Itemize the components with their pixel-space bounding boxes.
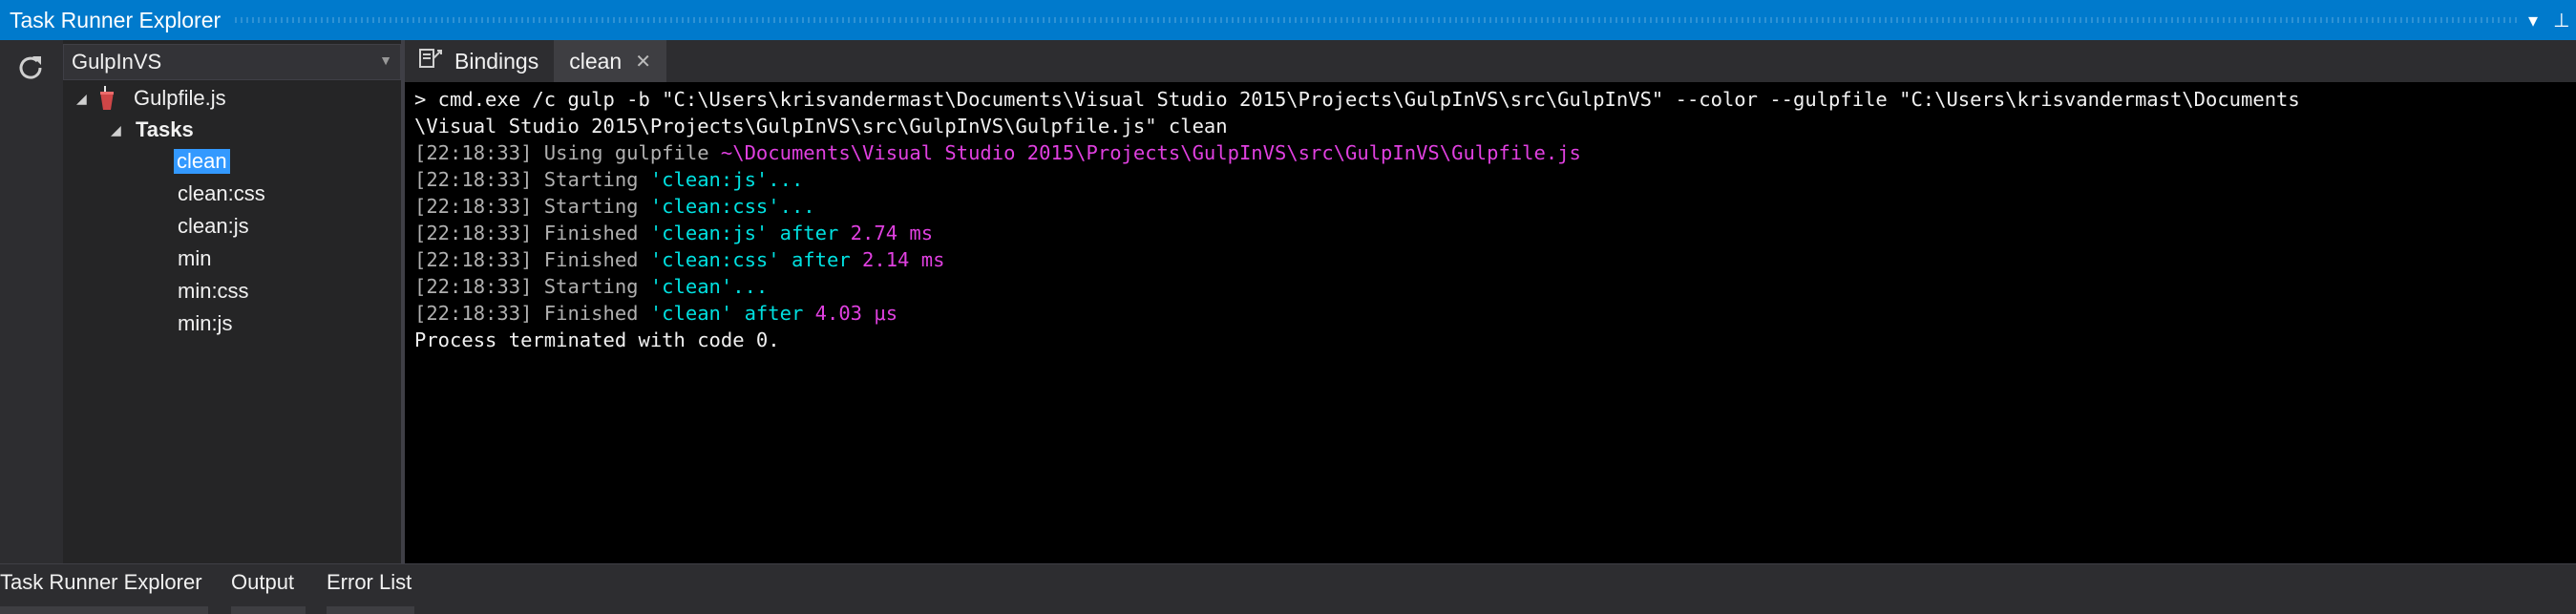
duration: 2.14 ms — [862, 248, 945, 271]
console-text: ... — [779, 195, 815, 218]
pin-icon[interactable]: ⊥ — [2547, 0, 2576, 40]
tasks-label: Tasks — [136, 117, 194, 141]
tab-bindings[interactable]: Bindings — [405, 40, 554, 82]
tab-clean[interactable]: clean ✕ — [554, 40, 666, 82]
console-text: ... — [732, 275, 769, 298]
console-text: after — [768, 222, 851, 244]
timestamp: [22:18:33] — [414, 275, 533, 298]
bottom-tab-task-runner-explorer[interactable]: Task Runner Explorer — [0, 564, 208, 614]
task-item-min-js[interactable]: min:js — [178, 308, 232, 339]
chevron-down-icon[interactable]: ▼ — [379, 53, 392, 68]
console-line: [22:18:33] Starting 'clean:css'... — [414, 193, 2566, 220]
task-label: min:js — [178, 311, 233, 335]
console-line: [22:18:33] Finished 'clean:js' after 2.7… — [414, 220, 2566, 246]
task-name: 'clean' — [649, 275, 733, 298]
output-tabs: Bindings clean ✕ — [405, 40, 2576, 82]
tree-node-gulpfile[interactable]: ◢ Gulpfile.js — [76, 83, 226, 114]
left-toolbar — [0, 40, 63, 563]
gulpfile-path: ~\Documents\Visual Studio 2015\Projects\… — [720, 141, 1581, 164]
console-text: Finished — [532, 222, 650, 244]
console-text: Finished — [532, 302, 650, 325]
timestamp: [22:18:33] — [414, 141, 533, 164]
exit-status-line: Process terminated with code 0. — [414, 328, 780, 351]
console-text: after — [779, 248, 863, 271]
task-item-clean-css[interactable]: clean:css — [178, 179, 265, 209]
task-item-clean-js[interactable]: clean:js — [178, 211, 249, 242]
task-tree-panel: GulpInVS ▼ ◢ Gulpfile.js ◢ Tasks clean c… — [63, 40, 401, 563]
expanded-triangle-icon[interactable]: ◢ — [111, 122, 128, 138]
chevron-down-icon[interactable]: ▾ — [2519, 0, 2547, 40]
project-selector[interactable]: GulpInVS ▼ — [63, 44, 401, 80]
console-text: Starting — [532, 168, 650, 191]
refresh-icon[interactable] — [13, 50, 48, 84]
bottom-tab-label: Error List — [327, 570, 412, 594]
timestamp: [22:18:33] — [414, 222, 533, 244]
console-line: [22:18:33] Finished 'clean:css' after 2.… — [414, 246, 2566, 273]
duration: 2.74 ms — [850, 222, 934, 244]
timestamp: [22:18:33] — [414, 248, 533, 271]
console-line: [22:18:33] Finished 'clean' after 4.03 μ… — [414, 300, 2566, 327]
timestamp: [22:18:33] — [414, 302, 533, 325]
console-text: ... — [768, 168, 804, 191]
console-text: Finished — [532, 248, 650, 271]
command-line: > cmd.exe /c gulp -b "C:\Users\krisvande… — [414, 88, 2300, 111]
task-name: 'clean:js' — [649, 222, 769, 244]
console-text: after — [732, 302, 815, 325]
console-text: Starting — [532, 275, 650, 298]
bottom-tab-error-list[interactable]: Error List — [327, 564, 414, 614]
expanded-triangle-icon[interactable]: ◢ — [76, 91, 94, 107]
project-selector-value: GulpInVS — [72, 50, 162, 74]
timestamp: [22:18:33] — [414, 168, 533, 191]
close-icon[interactable]: ✕ — [635, 50, 651, 74]
console-line: [22:18:33] Starting 'clean:js'... — [414, 166, 2566, 193]
task-label: clean — [174, 149, 230, 174]
tab-bindings-label: Bindings — [454, 48, 539, 74]
task-item-min-css[interactable]: min:css — [178, 276, 249, 307]
task-label: clean:js — [178, 214, 249, 238]
bottom-tab-bar: Task Runner Explorer Output Error List — [0, 563, 2576, 614]
title-bar: Task Runner Explorer ▾ ⊥ — [0, 0, 2576, 40]
command-line: \Visual Studio 2015\Projects\GulpInVS\sr… — [414, 115, 1228, 138]
duration: 4.03 μs — [814, 302, 898, 325]
gulpfile-label: Gulpfile.js — [134, 86, 226, 110]
task-name: 'clean:css' — [649, 248, 780, 271]
tab-clean-label: clean — [569, 48, 623, 74]
console-text: Starting — [532, 195, 650, 218]
bottom-tab-label: Task Runner Explorer — [0, 570, 202, 594]
console-line: [22:18:33] Starting 'clean'... — [414, 273, 2566, 300]
console-output[interactable]: > cmd.exe /c gulp -b "C:\Users\krisvande… — [405, 82, 2576, 563]
console-text: Using gulpfile — [532, 141, 721, 164]
bottom-tab-label: Output — [231, 570, 295, 594]
task-label: min — [178, 246, 212, 270]
title-bar-buttons: ▾ ⊥ — [2519, 0, 2576, 40]
task-label: min:css — [178, 279, 249, 303]
bottom-tab-output[interactable]: Output — [231, 564, 306, 614]
task-label: clean:css — [178, 181, 265, 205]
bindings-icon — [418, 47, 445, 75]
task-item-min[interactable]: min — [178, 243, 211, 274]
console-line: [22:18:33] Using gulpfile ~\Documents\Vi… — [414, 139, 2566, 166]
gulp-icon — [99, 86, 120, 111]
task-name: 'clean:js' — [649, 168, 769, 191]
tree-node-tasks[interactable]: ◢ Tasks — [111, 115, 194, 145]
window-title: Task Runner Explorer — [0, 0, 235, 40]
task-item-clean[interactable]: clean — [174, 146, 230, 177]
task-name: 'clean:css' — [649, 195, 780, 218]
task-name: 'clean' — [649, 302, 733, 325]
timestamp: [22:18:33] — [414, 195, 533, 218]
